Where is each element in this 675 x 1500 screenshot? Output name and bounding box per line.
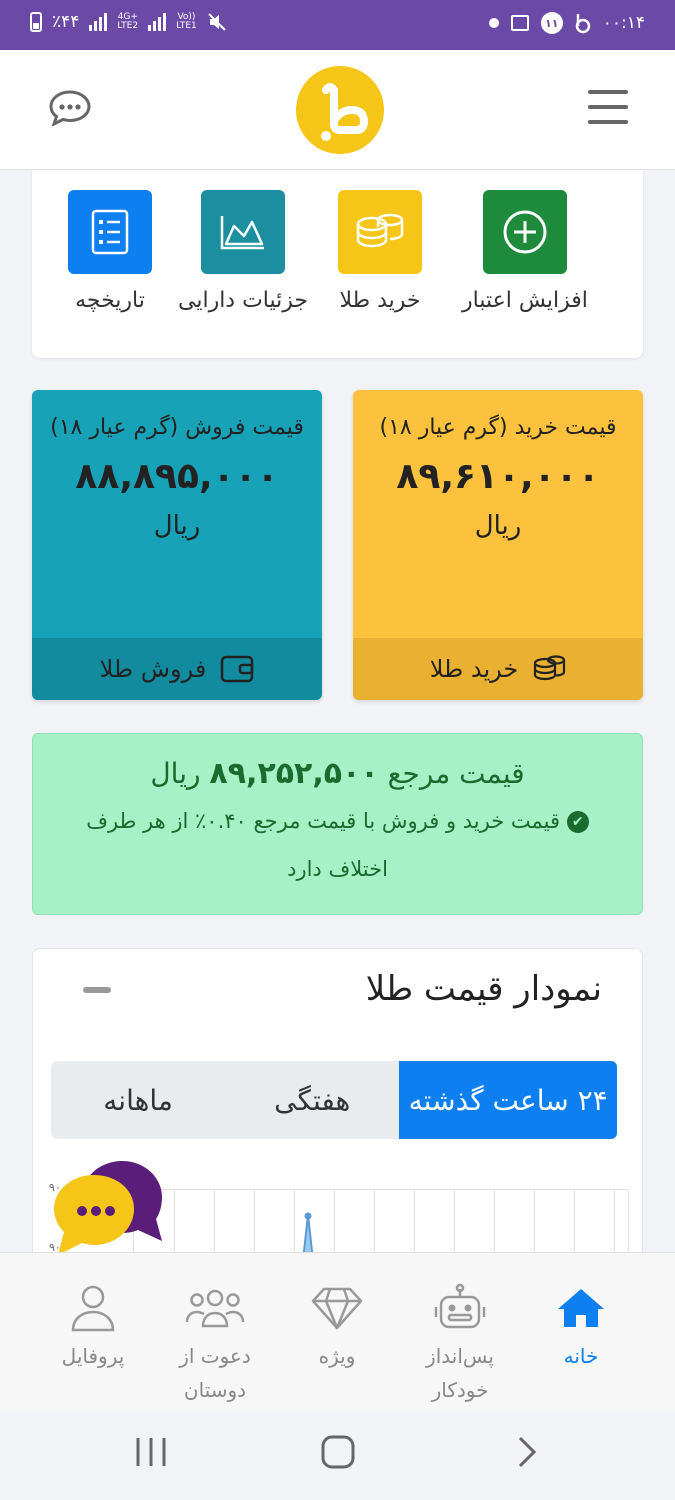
signal-icon-2 [148,13,167,31]
sell-gold-label: فروش طلا [99,655,207,683]
app-header [0,50,675,170]
users-icon [155,1281,275,1335]
wallet-icon [221,655,254,683]
recent-apps-icon[interactable] [134,1434,168,1470]
buy-price-card: قیمت خرید (گرم عیار ۱۸) ۸۹,۶۱۰,۰۰۰ ریال … [353,390,643,700]
nav-item-invite-friends[interactable]: دعوت از دوستان [155,1281,275,1407]
reference-price-value: ۸۹,۲۵۲,۵۰۰ [209,756,379,791]
system-navigation-bar [0,1412,675,1500]
signal-icon [89,13,108,31]
nav-item-auto-savings[interactable]: پس‌انداز خودکار [400,1281,520,1407]
network-indicator-1: 4G+ LTE2 [117,12,139,31]
clock: ۰۰:۱۴ [602,13,645,33]
quick-action-asset-details[interactable]: جزئیات دارایی [178,190,308,313]
tab-weekly[interactable]: هفتگی [225,1061,399,1139]
coins-icon [338,190,422,274]
hamburger-menu-icon[interactable] [588,90,628,126]
nav-label: پروفایل [61,1344,125,1368]
quick-action-history[interactable]: تاریخچه [68,190,152,313]
diamond-icon [277,1281,397,1335]
image-icon [510,15,529,31]
nav-label: خانه [563,1344,599,1368]
reference-price-line: قیمت مرجع ۸۹,۲۵۲,۵۰۰ ریال [33,756,642,791]
buy-price-value: ۸۹,۶۱۰,۰۰۰ [396,456,600,497]
buy-price-unit: ریال [474,511,522,541]
buy-gold-button[interactable]: خرید طلا [353,638,643,700]
nav-label: ویژه [318,1344,356,1368]
sell-price-card: قیمت فروش (گرم عیار ۱۸) ۸۸,۸۹۵,۰۰۰ ریال … [32,390,322,700]
status-bar: ٪۴۴ 4G+ LTE2 Vo)) LTE1 ۱۱ ۰۰:۱۴ [0,0,675,50]
notification-badge: ۱۱ [540,12,563,34]
reference-price-label: قیمت مرجع [387,757,525,790]
quick-action-add-credit[interactable]: افزایش اعتبار [462,190,588,313]
robot-icon [400,1281,520,1335]
network-indicator-2: Vo)) LTE1 [176,12,197,31]
battery-icon [30,12,42,32]
quick-action-label: جزئیات دارایی [178,288,309,313]
chart-period-tabs: ۲۴ ساعت گذشته هفتگی ماهانه [51,1061,617,1139]
back-icon[interactable] [514,1434,540,1470]
chart-title: نمودار قیمت طلا [365,969,602,1009]
mute-icon [208,13,226,31]
sell-price-unit: ریال [153,511,201,541]
chat-icon[interactable] [48,90,92,126]
reference-price-alert: قیمت مرجع ۸۹,۲۵۲,۵۰۰ ریال ✔ قیمت خرید و … [32,733,643,915]
app-logo [296,66,384,154]
collapse-icon[interactable] [83,987,111,993]
sell-gold-button[interactable]: فروش طلا [32,638,322,700]
quick-action-label: افزایش اعتبار [462,288,588,313]
buy-gold-label: خرید طلا [429,655,519,683]
reference-price-note-line: ✔ قیمت خرید و فروش با قیمت مرجع ۰.۴۰٪ از… [33,797,642,893]
nav-label: پس‌انداز خودکار [426,1344,494,1402]
nav-item-special[interactable]: ویژه [277,1281,397,1373]
support-chat-button[interactable] [52,1157,168,1257]
check-circle-icon: ✔ [566,811,589,833]
buy-price-title: قیمت خرید (گرم عیار ۱۸) [379,415,617,440]
checklist-icon [68,190,152,274]
plus-circle-icon [482,190,567,274]
nav-item-profile[interactable]: پروفایل [33,1281,153,1373]
home-button-icon[interactable] [320,1434,356,1470]
nav-label: دعوت از دوستان [179,1344,251,1402]
bottom-navigation: خانه پس‌انداز خودکار ویژه دعوت از دوستان… [0,1252,675,1412]
quick-actions-card: افزایش اعتبار خرید طلا جزئیات دارایی تار… [32,170,643,358]
reference-price-note: قیمت خرید و فروش با قیمت مرجع ۰.۴۰٪ از ه… [86,809,561,881]
notification-dot-icon [488,18,499,28]
sell-price-title: قیمت فروش (گرم عیار ۱۸) [50,415,304,440]
tab-monthly[interactable]: ماهانه [51,1061,225,1139]
battery-level: ٪۴۴ [52,12,80,32]
home-icon [521,1281,641,1335]
sell-price-value: ۸۸,۸۹۵,۰۰۰ [75,456,279,497]
quick-action-buy-gold[interactable]: خرید طلا [338,190,422,313]
quick-action-label: تاریخچه [75,288,145,313]
reference-price-unit: ریال [150,757,201,790]
app-notification-icon [575,14,590,34]
area-chart-icon [201,190,285,274]
tab-24h[interactable]: ۲۴ ساعت گذشته [399,1061,617,1139]
nav-item-home[interactable]: خانه [521,1281,641,1373]
coins-icon [534,655,566,681]
quick-action-label: خرید طلا [339,288,421,313]
user-icon [33,1281,153,1335]
